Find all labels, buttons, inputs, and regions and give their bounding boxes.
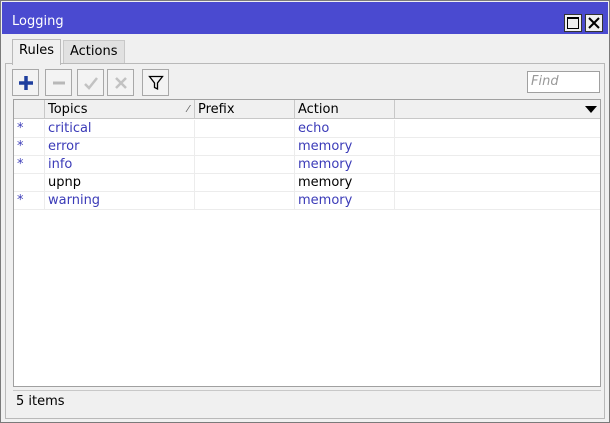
rules-panel: Find Topics ⁄ Prefix Action * critical e… <box>5 63 605 419</box>
enable-button[interactable] <box>77 69 104 96</box>
plus-icon <box>19 76 33 90</box>
row-topics: info <box>45 156 195 174</box>
column-header-topics[interactable]: Topics ⁄ <box>45 100 195 119</box>
row-filler <box>395 156 600 174</box>
column-header-flag[interactable] <box>14 100 45 119</box>
triangle-down-icon[interactable] <box>585 106 597 113</box>
funnel-icon <box>148 75 164 91</box>
row-flag: * <box>14 156 45 174</box>
row-action: memory <box>295 192 395 210</box>
row-prefix <box>195 156 295 174</box>
row-prefix <box>195 174 295 192</box>
tab-rules[interactable]: Rules <box>12 39 62 65</box>
item-count: 5 items <box>16 394 65 409</box>
column-header-action[interactable]: Action <box>295 100 395 119</box>
row-filler <box>395 174 600 192</box>
remove-button[interactable] <box>45 69 72 96</box>
check-icon <box>84 77 98 90</box>
column-header-topics-label: Topics <box>48 102 88 117</box>
window-title: Logging <box>12 14 64 29</box>
row-flag: * <box>14 120 45 138</box>
row-prefix <box>195 120 295 138</box>
row-filler <box>395 138 600 156</box>
sort-indicator-icon: ⁄ <box>187 104 189 115</box>
rules-table: Topics ⁄ Prefix Action * critical echo *… <box>13 99 601 387</box>
find-input[interactable]: Find <box>527 71 600 93</box>
row-action: echo <box>295 120 395 138</box>
row-flag: * <box>14 192 45 210</box>
title-bar[interactable]: Logging <box>2 2 608 34</box>
tab-bar: Rules Actions <box>1 34 609 65</box>
maximize-icon[interactable] <box>564 14 582 32</box>
row-flag <box>14 174 45 192</box>
add-button[interactable] <box>12 69 39 96</box>
row-topics: warning <box>45 192 195 210</box>
table-row[interactable]: * critical echo <box>14 120 600 138</box>
row-filler <box>395 192 600 210</box>
row-topics: error <box>45 138 195 156</box>
row-action: memory <box>295 174 395 192</box>
row-topics: upnp <box>45 174 195 192</box>
status-bar: 5 items <box>13 390 601 414</box>
table-row[interactable]: * info memory <box>14 156 600 174</box>
disable-button[interactable] <box>107 69 134 96</box>
tab-actions[interactable]: Actions <box>63 40 125 64</box>
row-action: memory <box>295 138 395 156</box>
row-prefix <box>195 192 295 210</box>
row-flag: * <box>14 138 45 156</box>
row-topics: critical <box>45 120 195 138</box>
x-icon <box>115 77 127 89</box>
row-prefix <box>195 138 295 156</box>
table-row[interactable]: * error memory <box>14 138 600 156</box>
row-filler <box>395 120 600 138</box>
filter-button[interactable] <box>142 69 169 96</box>
table-row[interactable]: * warning memory <box>14 192 600 210</box>
minus-icon <box>53 81 65 85</box>
logging-window: Logging Rules Actions Find Topics ⁄ Pref… <box>0 0 610 423</box>
table-header: Topics ⁄ Prefix Action <box>14 100 600 119</box>
close-icon[interactable] <box>585 14 603 32</box>
column-header-prefix[interactable]: Prefix <box>195 100 295 119</box>
column-header-filler <box>395 100 600 119</box>
table-row[interactable]: upnp memory <box>14 174 600 192</box>
row-action: memory <box>295 156 395 174</box>
